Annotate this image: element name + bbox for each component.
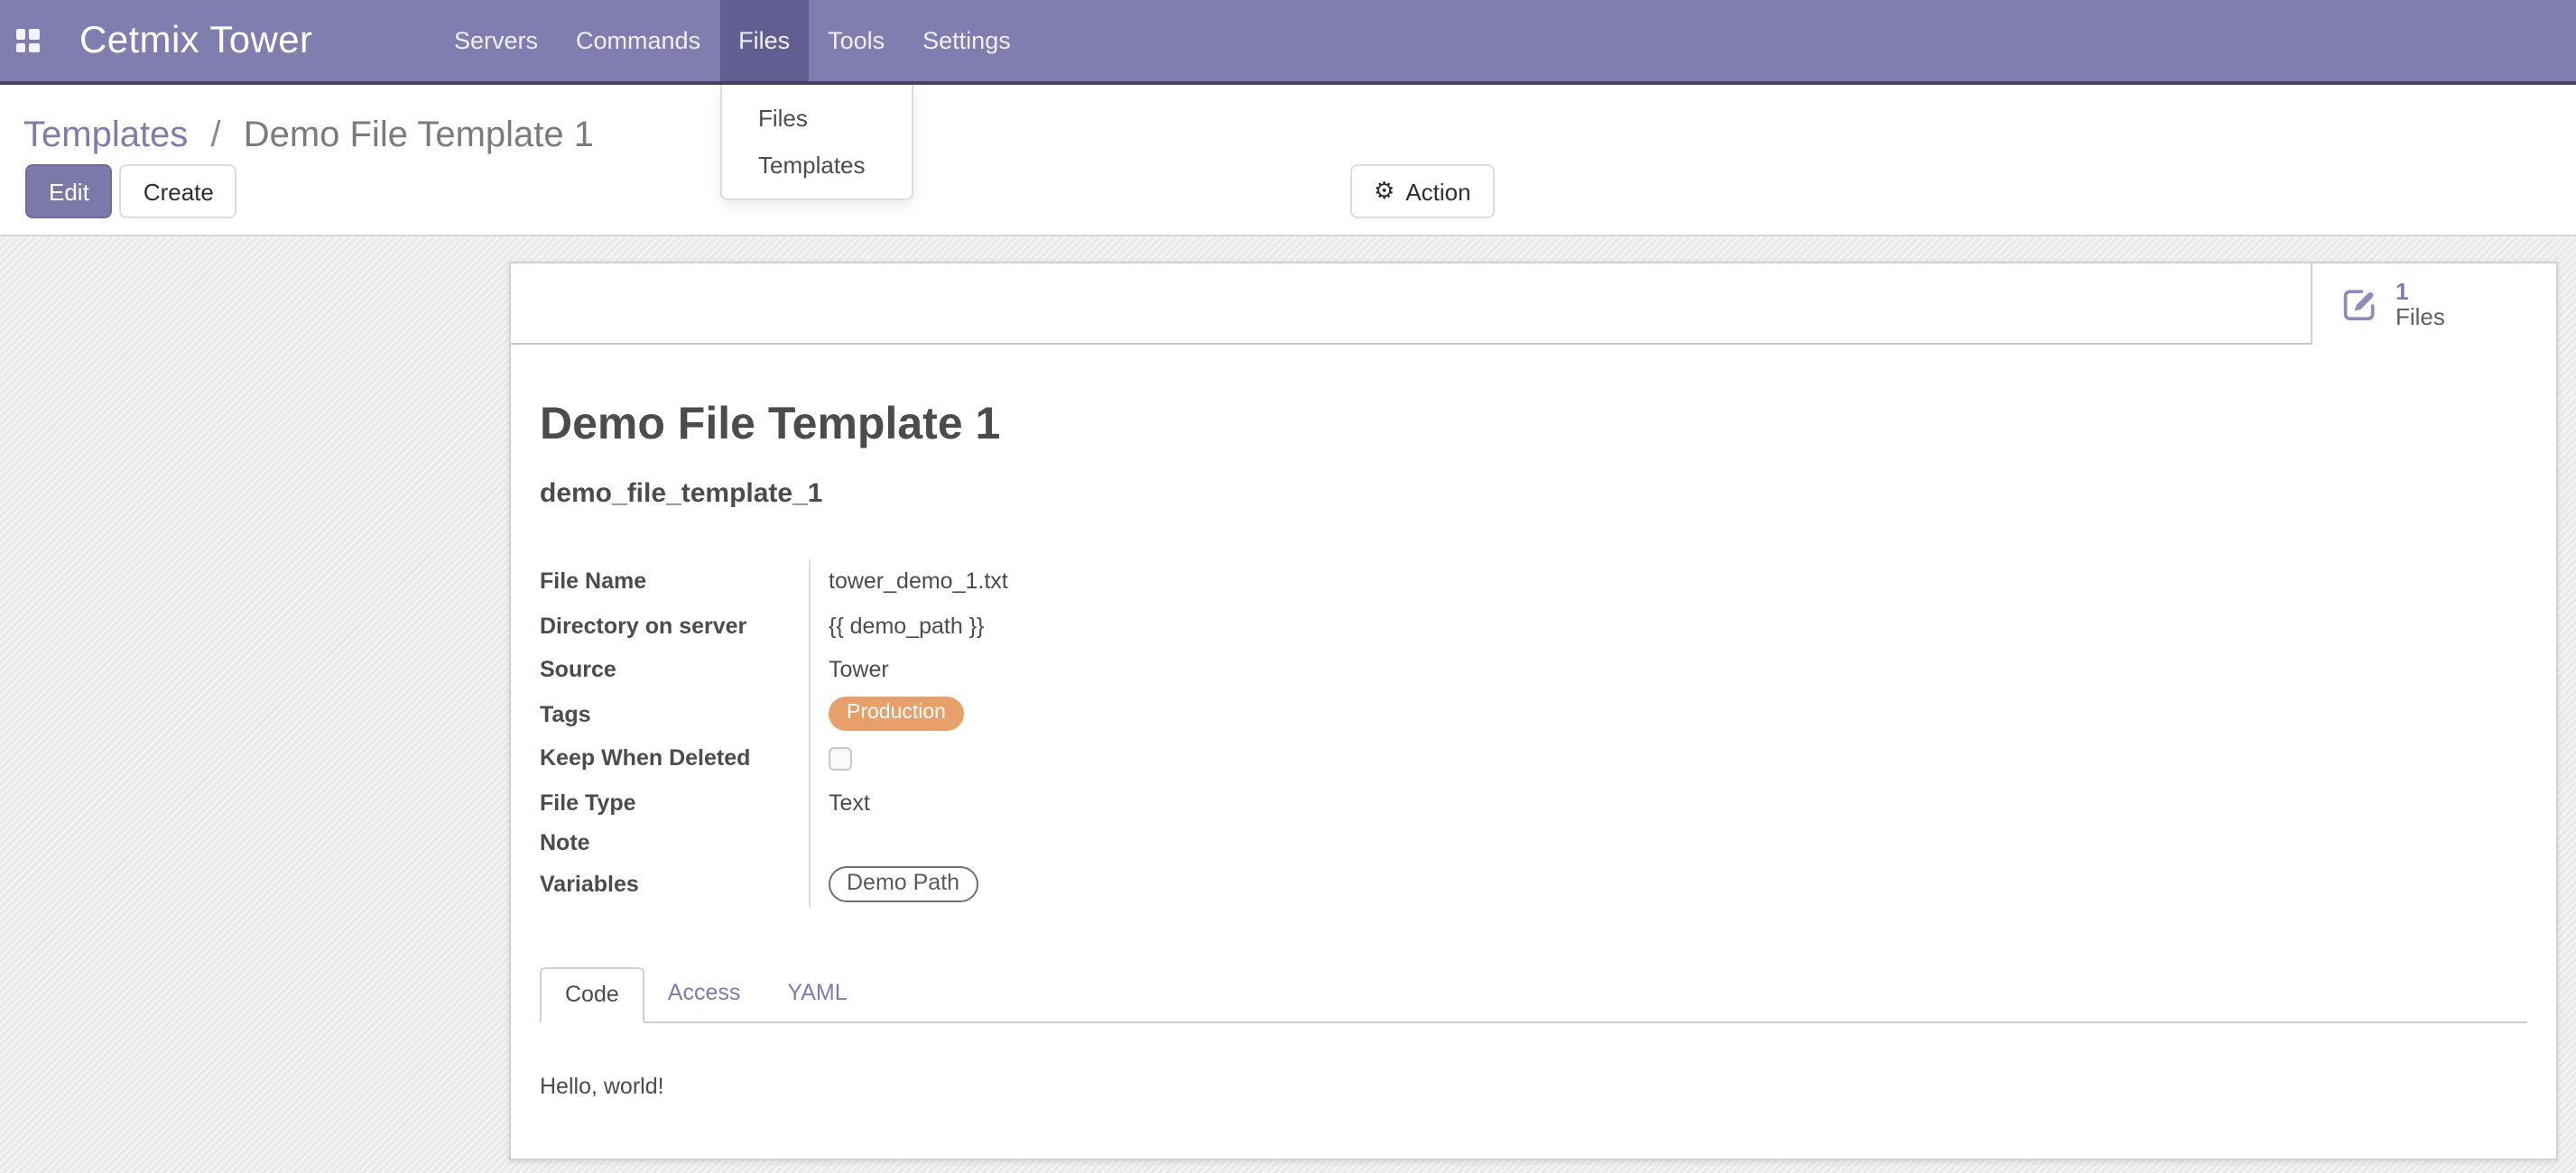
dropdown-item-files[interactable]: Files [722,96,912,142]
field-row-note: Note [540,825,1551,861]
field-value-source: Tower [809,648,1551,692]
field-label: Directory on server [540,604,809,648]
stat-label: Files [2395,304,2445,329]
record-title: Demo File Template 1 [540,399,2527,449]
stat-count: 1 [2395,279,2445,304]
field-group: File Name tower_demo_1.txt Directory on … [540,559,1551,908]
edit-button[interactable]: Edit [25,164,113,218]
dropdown-item-templates[interactable]: Templates [722,142,912,188]
field-value-variables: Demo Path [809,861,1551,908]
pencil-square-icon [2340,284,2379,324]
field-label: Note [540,825,809,861]
stat-text: 1 Files [2395,279,2445,329]
main-menu: Servers Commands Files Tools Settings [435,0,1030,81]
tag-badge: Production [829,697,964,732]
control-panel: Templates / Demo File Template 1 Edit Cr… [0,85,2576,235]
breadcrumb-link-templates[interactable]: Templates [23,115,188,155]
button-box: 1 Files [511,263,2556,345]
action-menu-button[interactable]: ⚙ Action [1350,164,1495,218]
field-row-source: Source Tower [540,648,1551,692]
nav-item-settings[interactable]: Settings [903,0,1030,81]
form-view-card: 1 Files Demo File Template 1 demo_file_t… [509,262,2558,1160]
field-label: Source [540,648,809,692]
form-sheet: Demo File Template 1 demo_file_template_… [511,399,2556,1099]
field-row-variables: Variables Demo Path [540,861,1551,908]
files-dropdown-menu: Files Templates [720,85,913,200]
keep-when-deleted-checkbox[interactable] [829,747,852,771]
variable-pill[interactable]: Demo Path [829,866,978,902]
tab-access[interactable]: Access [644,967,764,1021]
record-reference: demo_file_template_1 [540,480,2527,509]
apps-menu-button[interactable] [0,0,54,81]
field-row-file-name: File Name tower_demo_1.txt [540,559,1551,604]
tab-yaml[interactable]: YAML [764,967,870,1021]
field-value-tags: Production [809,692,1551,736]
content-area: 1 Files Demo File Template 1 demo_file_t… [0,235,2576,1173]
files-stat-button[interactable]: 1 Files [2311,263,2556,345]
tab-code[interactable]: Code [540,967,644,1023]
nav-item-tools[interactable]: Tools [809,0,903,81]
field-row-file-type: File Type Text [540,780,1551,825]
field-value-file-type: Text [809,780,1551,825]
field-value-keep-when-deleted [809,736,1551,780]
field-value-file-name: tower_demo_1.txt [809,559,1551,604]
gear-icon: ⚙ [1374,178,1395,205]
app-brand[interactable]: Cetmix Tower [79,19,312,62]
breadcrumb-separator: / [210,115,220,155]
breadcrumb: Templates / Demo File Template 1 [23,115,594,157]
apps-grid-icon [15,29,39,52]
field-label: Keep When Deleted [540,736,809,780]
code-content: Hello, world! [540,1074,2527,1099]
nav-item-files[interactable]: Files [719,0,809,81]
field-row-keep-when-deleted: Keep When Deleted [540,736,1551,780]
field-row-tags: Tags Production [540,692,1551,736]
field-label: Tags [540,692,809,736]
nav-item-commands[interactable]: Commands [557,0,719,81]
action-button-label: Action [1405,178,1470,205]
field-label: File Name [540,559,809,604]
notebook-tabs: Code Access YAML [540,967,2527,1023]
field-value-note [809,825,1551,861]
breadcrumb-current: Demo File Template 1 [244,115,594,155]
field-row-directory: Directory on server {{ demo_path }} [540,604,1551,648]
nav-item-servers[interactable]: Servers [435,0,557,81]
control-panel-buttons: Edit Create [25,164,237,218]
app-window: Cetmix Tower Servers Commands Files Tool… [0,0,2576,1173]
field-value-directory: {{ demo_path }} [809,604,1551,648]
top-navbar: Cetmix Tower Servers Commands Files Tool… [0,0,2576,85]
create-button[interactable]: Create [120,164,237,218]
field-label: File Type [540,780,809,825]
field-label: Variables [540,861,809,908]
